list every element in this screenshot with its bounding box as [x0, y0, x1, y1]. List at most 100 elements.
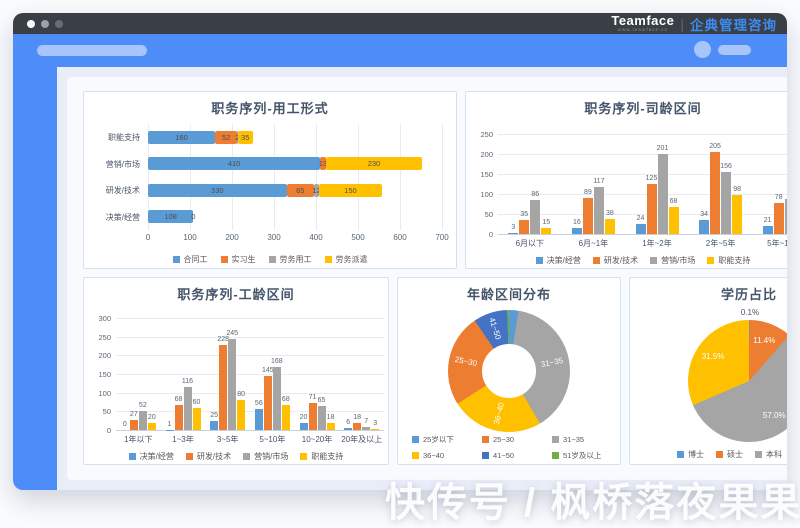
bar-value-label: 230: [361, 159, 387, 168]
legend-label: 劳务用工: [280, 254, 312, 265]
legend-label: 营销/市场: [254, 451, 288, 462]
bar-value-label: 201: [652, 145, 674, 152]
y-axis-tick: 250: [84, 333, 111, 342]
legend-label: 51岁及以上: [563, 450, 601, 461]
brand-separator: |: [680, 17, 684, 31]
window-close-button[interactable]: [27, 20, 35, 28]
legend-item: 硕士: [716, 449, 743, 460]
gridline-horizontal: [116, 337, 384, 338]
legend-label: 研发/技术: [604, 255, 638, 266]
legend-label: 职能支持: [311, 451, 343, 462]
legend-item: 41~50: [474, 450, 544, 461]
41~50-legend-swatch: [482, 452, 489, 459]
chart-title-employment-form: 职务序列-用工形式: [84, 99, 456, 119]
brand-company-text: 企典管理咨询: [690, 14, 777, 34]
bar-value-label: 160: [169, 133, 195, 142]
legend-label: 本科: [766, 449, 782, 460]
chart-legend: 25岁以下 25~30 31~35 36~40 41~50 51岁及以上: [404, 434, 614, 461]
bar-职能支持: [669, 207, 679, 234]
chart-card-age-distribution: 年龄区间分布 31~3536~4025~3041~5025岁以下25~3031~…: [397, 277, 621, 465]
category-label: 3~5年: [205, 434, 250, 445]
bar-决策/经营: [763, 226, 773, 234]
bar-决策/经营: [300, 423, 308, 430]
研发/技术-legend-swatch: [593, 257, 600, 264]
legend-label: 职能支持: [718, 255, 750, 266]
bar-职能支持: [327, 423, 335, 430]
bar-value-label: 35: [232, 133, 258, 142]
legend-label: 25~30: [493, 435, 514, 444]
y-axis-tick: 0: [466, 230, 493, 239]
bar-决策/经营: [344, 428, 352, 430]
legend-item: 研发/技术: [593, 255, 638, 266]
charts-row-1: 职务序列-用工形式 0100200300400500600700职能支持1605…: [83, 91, 787, 269]
window-zoom-button[interactable]: [55, 20, 63, 28]
legend-label: 博士: [688, 449, 704, 460]
bar-value-label: 68: [275, 396, 297, 403]
legend-label: 实习生: [232, 254, 256, 265]
bar-营销/市场: [721, 172, 731, 234]
bar-value-label: 410: [221, 159, 247, 168]
bar-职能支持: [732, 195, 742, 234]
donut-hole: [482, 344, 536, 398]
gridline-horizontal: [116, 374, 384, 375]
address-bar[interactable]: [37, 45, 147, 56]
legend-label: 36~40: [423, 451, 444, 460]
职能支持-legend-swatch: [300, 453, 307, 460]
bar-value-label: 116: [177, 378, 199, 385]
bar-决策/经营: [508, 233, 518, 234]
gridline-vertical: [316, 124, 317, 230]
chart-age-distribution: 31~35 36~40 25~30 41~5025岁以下 25~30 31~35 36~40…: [398, 306, 620, 464]
window-minimize-button[interactable]: [41, 20, 49, 28]
chart-company-tenure: 0501001502002506月以下33586156月~1年168911738…: [466, 122, 787, 268]
x-axis-tick: 200: [217, 233, 247, 242]
bar-value-label: 38: [599, 210, 621, 217]
chart-card-working-years: 职务序列-工龄区间 0501001502002503001年以下02752201…: [83, 277, 389, 465]
toolbar-right-group: [694, 41, 751, 58]
bar-value-label: 205: [704, 143, 726, 150]
legend-item: 研发/技术: [186, 451, 231, 462]
menu-pill[interactable]: [718, 45, 751, 55]
legend-label: 决策/经营: [547, 255, 581, 266]
bar-职能支持: [193, 408, 201, 430]
25岁以下-legend-swatch: [412, 436, 419, 443]
gridline-horizontal: [498, 234, 787, 235]
legend-item: 职能支持: [707, 255, 750, 266]
31~35-legend-swatch: [552, 436, 559, 443]
slice-label: 57.0%: [756, 411, 787, 420]
gridline-horizontal: [116, 318, 384, 319]
brand-logo-text: Teamface: [611, 14, 674, 27]
charts-row-2: 职务序列-工龄区间 0501001502002503001年以下02752201…: [83, 277, 787, 465]
bar-研发/技术: [309, 403, 317, 430]
bar-研发/技术: [219, 345, 227, 430]
bar-研发/技术: [130, 420, 138, 430]
bar-营销/市场: [785, 199, 787, 234]
gridline-vertical: [442, 124, 443, 230]
legend-label: 31~35: [563, 435, 584, 444]
bar-value-label: 80: [230, 391, 252, 398]
legend-item: 博士: [677, 449, 704, 460]
本科-legend-swatch: [755, 451, 762, 458]
gridline-horizontal: [498, 134, 787, 135]
gridline-horizontal: [116, 411, 384, 412]
watermark: 快传号 / 枫桥落夜果果: [385, 470, 800, 528]
bar-决策/经营: [572, 228, 582, 234]
研发/技术-legend-swatch: [186, 453, 193, 460]
bar-value-label: 3: [364, 420, 386, 427]
bar-value-label: 245: [221, 330, 243, 337]
brand-logo: Teamface www.teamface.cn: [611, 14, 674, 33]
legend-label: 25岁以下: [423, 434, 454, 445]
bar-value-label: 98: [726, 186, 748, 193]
51岁及以上-legend-swatch: [552, 452, 559, 459]
bar-研发/技术: [175, 405, 183, 430]
avatar-circle[interactable]: [694, 41, 711, 58]
y-axis-tick: 150: [84, 370, 111, 379]
实习生-legend-swatch: [221, 256, 228, 263]
legend-label: 营销/市场: [661, 255, 695, 266]
bar-营销/市场: [184, 387, 192, 430]
legend-item: 决策/经营: [129, 451, 174, 462]
劳务用工-legend-swatch: [269, 256, 276, 263]
36~40-legend-swatch: [412, 452, 419, 459]
bar-营销/市场: [362, 427, 370, 430]
category-label: 6月以下: [498, 238, 562, 249]
bar-研发/技术: [519, 220, 529, 234]
